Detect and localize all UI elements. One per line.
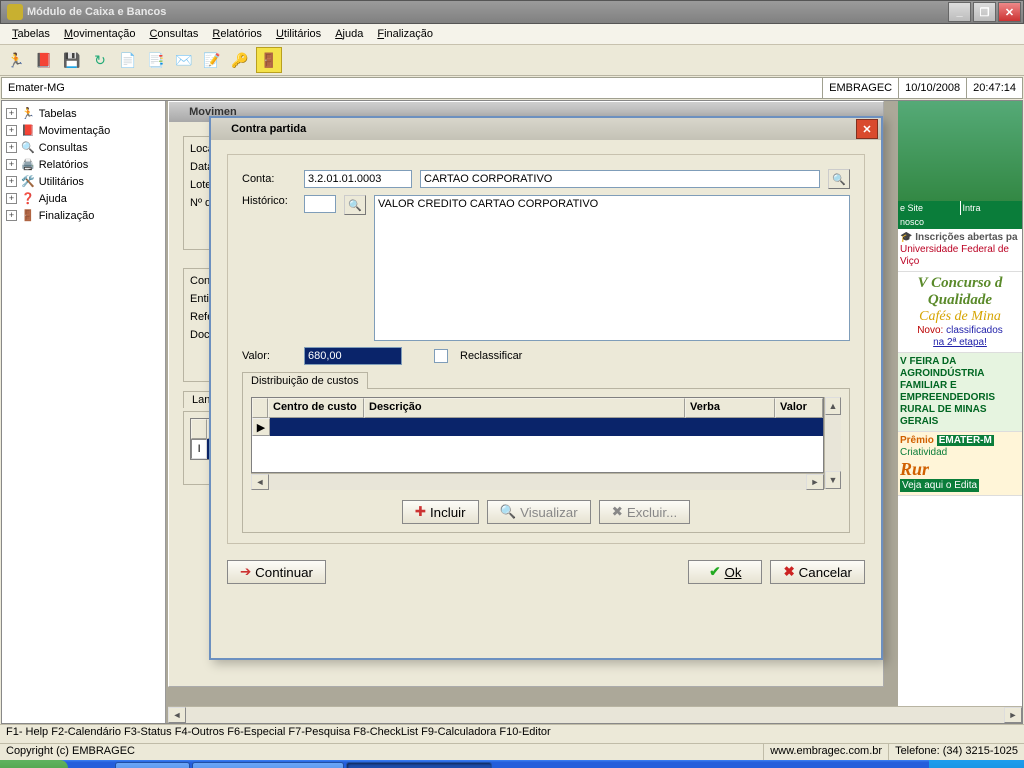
ad-item[interactable]: 🎓 Inscrições abertas pa Universidade Fed… bbox=[898, 229, 1022, 272]
scroll-down-icon[interactable]: ▼ bbox=[825, 471, 841, 489]
grid-header: Centro de custo Descrição Verba Valor bbox=[252, 398, 823, 418]
ad-item[interactable]: V FEIRA DA AGROINDÚSTRIA FAMILIAR E EMPR… bbox=[898, 353, 1022, 432]
arrow-right-icon: ➔ bbox=[240, 564, 251, 580]
menu-tabelas[interactable]: Tabelas bbox=[6, 26, 56, 42]
start-button[interactable]: ⊞ Iniciar bbox=[0, 760, 68, 768]
h-scrollbar[interactable]: ◄ ► bbox=[168, 706, 1022, 723]
tool-doc-icon[interactable]: 📄 bbox=[116, 48, 140, 72]
scroll-right-icon[interactable]: ► bbox=[806, 474, 824, 490]
task-button[interactable]: 🗔IB Expert bbox=[115, 762, 190, 768]
app-title: Módulo de Caixa e Bancos bbox=[27, 6, 948, 18]
tree-item[interactable]: +🏃Tabelas bbox=[6, 105, 161, 122]
historico-lookup-button[interactable]: 🔍 bbox=[344, 195, 366, 215]
tool-exit-icon[interactable]: 🚪 bbox=[256, 47, 282, 73]
modal-titlebar: Contra partida ✕ bbox=[211, 118, 881, 140]
grid-v-scrollbar[interactable]: ▲ ▼ bbox=[824, 397, 841, 489]
grid-h-scrollbar[interactable]: ◄ ► bbox=[251, 473, 824, 490]
menu-consultas[interactable]: Consultas bbox=[143, 26, 204, 42]
scroll-left-icon[interactable]: ◄ bbox=[251, 474, 269, 490]
modal-close-button[interactable]: ✕ bbox=[856, 119, 878, 139]
excluir-button[interactable]: ✖Excluir... bbox=[599, 500, 691, 524]
menu-ajuda[interactable]: Ajuda bbox=[329, 26, 369, 42]
tool-mail-icon[interactable]: ✉️ bbox=[172, 48, 196, 72]
incluir-button[interactable]: ✚Incluir bbox=[402, 500, 479, 524]
toolbar: 🏃 📕 💾 ↻ 📄 📑 ✉️ 📝 🔑 🚪 bbox=[0, 45, 1024, 76]
tool-run-icon[interactable]: 🏃 bbox=[4, 48, 28, 72]
ad-item[interactable]: Prêmio EMATER-M Criatividad Rur Veja aqu… bbox=[898, 432, 1022, 496]
taskbar: ⊞ Iniciar 🌐 🦊 🗔IB Expert 📁C:\Backup\Uran… bbox=[0, 760, 1024, 768]
task-button[interactable]: 📁C:\Backup\Uranus\Caixa bbox=[192, 762, 344, 768]
label-valor: Valor: bbox=[242, 350, 296, 362]
app-icon bbox=[7, 4, 23, 20]
site-label: www.embragec.com.br bbox=[763, 744, 888, 760]
task-button-active[interactable]: Uranus Caixa e Bancos bbox=[346, 762, 492, 768]
x-icon: ✖ bbox=[783, 564, 794, 580]
site-link[interactable]: e Site bbox=[898, 201, 960, 215]
tree-item[interactable]: +🖨️Relatórios bbox=[6, 156, 161, 173]
historico-code-input[interactable] bbox=[304, 195, 336, 213]
telefone-label: Telefone: (34) 3215-1025 bbox=[888, 744, 1024, 760]
tool-key-icon[interactable]: 🔑 bbox=[228, 48, 252, 72]
scroll-left-icon[interactable]: ◄ bbox=[168, 707, 186, 723]
modal-icon bbox=[214, 122, 228, 136]
ad-item[interactable]: V Concurso d Qualidade Cafés de Mina Nov… bbox=[898, 272, 1022, 353]
edit-row-icon: I bbox=[191, 439, 207, 459]
reclassificar-checkbox[interactable] bbox=[434, 349, 448, 363]
menu-movimentacao[interactable]: Movimentação bbox=[58, 26, 142, 42]
system-tray[interactable]: « 🛡️ 📶 20:47 bbox=[929, 760, 1024, 768]
continuar-button[interactable]: ➔ Continuar bbox=[227, 560, 326, 584]
tool-book-icon[interactable]: 📕 bbox=[32, 48, 56, 72]
tool-refresh-icon[interactable]: ↻ bbox=[88, 48, 112, 72]
label-reclassificar: Reclassificar bbox=[460, 350, 522, 362]
menu-utilitarios[interactable]: Utilitários bbox=[270, 26, 327, 42]
restore-button[interactable]: ❐ bbox=[973, 2, 996, 22]
nav-tree[interactable]: +🏃Tabelas +📕Movimentação +🔍Consultas +🖨️… bbox=[2, 101, 166, 723]
menubar: Tabelas Movimentação Consultas Relatório… bbox=[0, 24, 1024, 45]
modal-title: Contra partida bbox=[231, 123, 306, 135]
scroll-up-icon[interactable]: ▲ bbox=[825, 397, 841, 415]
tree-item[interactable]: +🛠️Utilitários bbox=[6, 173, 161, 190]
infobar: Emater-MG EMBRAGEC 10/10/2008 20:47:14 bbox=[1, 77, 1023, 99]
tool-save-icon[interactable]: 💾 bbox=[60, 48, 84, 72]
close-button[interactable]: ✕ bbox=[998, 2, 1021, 22]
app-titlebar: Módulo de Caixa e Bancos _ ❐ ✕ bbox=[0, 0, 1024, 24]
conta-lookup-button[interactable]: 🔍 bbox=[828, 169, 850, 189]
menu-finalizacao[interactable]: Finalização bbox=[371, 26, 439, 42]
contra-partida-modal: Contra partida ✕ Conta: 🔍 Histórico: 🔍 V… bbox=[209, 116, 883, 660]
scroll-right-icon[interactable]: ► bbox=[1004, 707, 1022, 723]
label-historico: Histórico: bbox=[242, 195, 296, 207]
minimize-button[interactable]: _ bbox=[948, 2, 971, 22]
infobar-location: Emater-MG bbox=[2, 82, 822, 94]
tool-copy-icon[interactable]: 📑 bbox=[144, 48, 168, 72]
conta-code-input[interactable] bbox=[304, 170, 412, 188]
copyright: Copyright (c) EMBRAGEC bbox=[0, 744, 763, 760]
tree-item[interactable]: +🔍Consultas bbox=[6, 139, 161, 156]
cancelar-button[interactable]: ✖ Cancelar bbox=[770, 560, 865, 584]
intra-link[interactable]: Intra bbox=[960, 201, 1023, 215]
check-icon: ✔ bbox=[709, 564, 720, 580]
ok-button[interactable]: ✔ Ok bbox=[688, 560, 762, 584]
label-conta: Conta: bbox=[242, 173, 296, 185]
infobar-time: 20:47:14 bbox=[966, 78, 1022, 98]
tab-distribuicao[interactable]: Distribuição de custos bbox=[242, 372, 368, 389]
web-sidebar: e Site Intra nosco 🎓 Inscrições abertas … bbox=[898, 101, 1022, 723]
infobar-date: 10/10/2008 bbox=[898, 78, 966, 98]
grid-row[interactable]: ▶ bbox=[252, 418, 823, 436]
tree-item[interactable]: +❓Ajuda bbox=[6, 190, 161, 207]
visualizar-button[interactable]: 🔍Visualizar bbox=[487, 500, 591, 524]
menu-relatorios[interactable]: Relatórios bbox=[206, 26, 268, 42]
infobar-company: EMBRAGEC bbox=[822, 78, 898, 98]
tool-edit-icon[interactable]: 📝 bbox=[200, 48, 224, 72]
historico-text[interactable]: VALOR CREDITO CARTAO CORPORATIVO bbox=[374, 195, 850, 341]
conta-desc-input[interactable] bbox=[420, 170, 820, 188]
tree-item[interactable]: +🚪Finalização bbox=[6, 207, 161, 224]
tree-item[interactable]: +📕Movimentação bbox=[6, 122, 161, 139]
row-pointer-icon: ▶ bbox=[252, 418, 270, 436]
valor-input[interactable] bbox=[304, 347, 402, 365]
footer: Copyright (c) EMBRAGEC www.embragec.com.… bbox=[0, 743, 1024, 760]
statusbar: F1- Help F2-Calendário F3-Status F4-Outr… bbox=[0, 724, 1024, 743]
